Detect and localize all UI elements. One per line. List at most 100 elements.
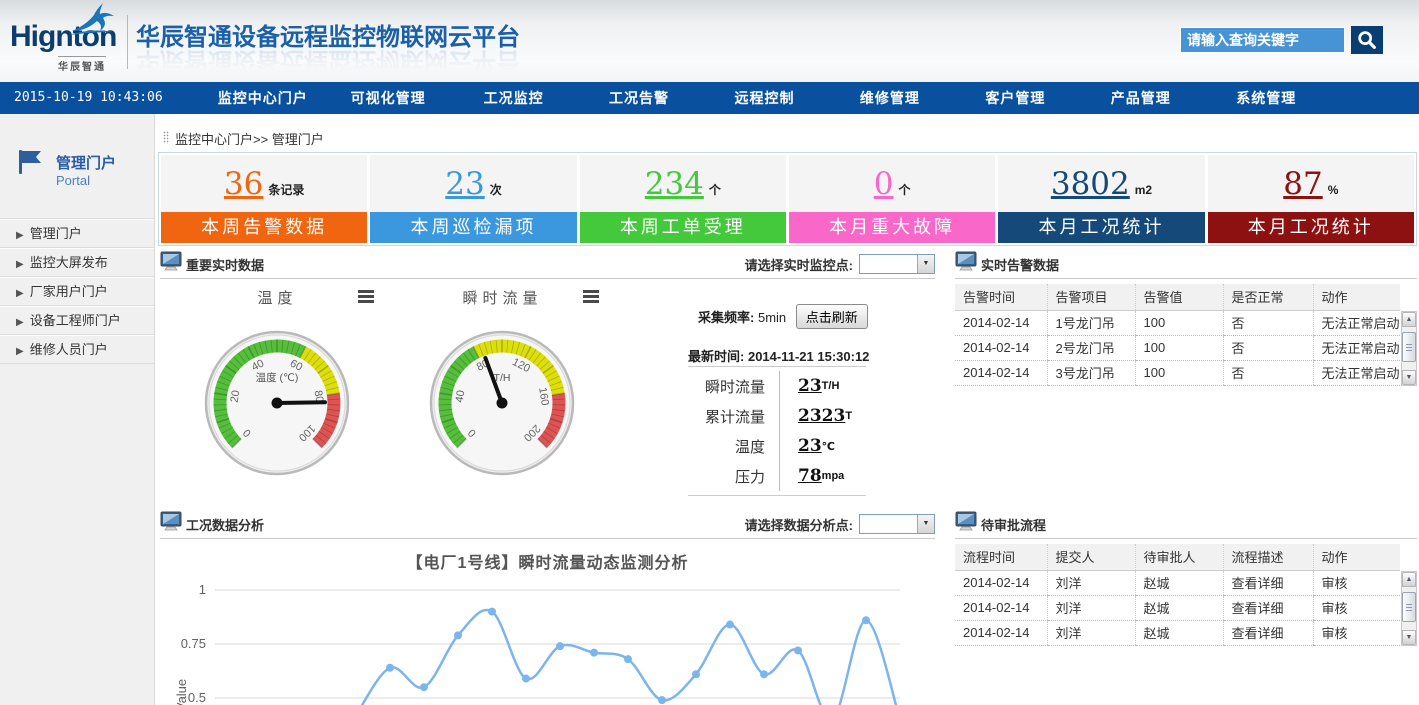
table-row: 2014-02-14刘洋赵城查看详细审核: [955, 620, 1400, 645]
monitor-icon: [955, 511, 977, 531]
temperature-gauge: 020406080100温度 (℃): [202, 328, 352, 478]
scrollbar-thumb[interactable]: [1402, 332, 1416, 362]
detail-cell[interactable]: 查看详细: [1223, 595, 1313, 620]
stat-card-weekly-inspection: 23次 本周巡检漏项: [370, 155, 576, 243]
metric-value: 23: [780, 376, 822, 396]
nav-items: 监控中心门户 可视化管理 工况监控 工况告警 远程控制 维修管理 客户管理 产品…: [200, 82, 1329, 114]
metrics-list: 瞬时流量23T/H 累计流量2323T 温度23℃ 压力78mpa: [688, 366, 866, 496]
stat-card-weekly-alarms: 36 条记录 本周告警数据: [161, 155, 367, 243]
approval-table: 流程时间 提交人 待审批人 流程描述 动作 2014-02-14刘洋赵城查看详细…: [955, 544, 1400, 646]
stat-unit: 条记录: [268, 181, 304, 198]
refresh-button[interactable]: 点击刷新: [796, 304, 868, 329]
scroll-up-icon[interactable]: ▲: [1402, 572, 1416, 587]
section-title: 实时告警数据: [981, 255, 1059, 274]
temperature-gauge-block: 温度 020406080100温度 (℃): [165, 288, 390, 316]
stat-card-monthly-condition-1: 3802m2 本月工况统计: [998, 155, 1204, 243]
action-cell[interactable]: 审核: [1313, 570, 1400, 595]
svg-text:20: 20: [229, 389, 243, 403]
analysis-point-select[interactable]: ▼: [859, 514, 935, 534]
metric-unit: mpa: [822, 470, 845, 482]
chart-title: 【电厂1号线】瞬时流量动态监测分析: [160, 549, 935, 573]
chevron-down-icon[interactable]: ▼: [917, 255, 934, 273]
table-row: 2014-02-141号龙门吊100否无法正常启动: [955, 310, 1400, 335]
table-row: 2014-02-142号龙门吊100否无法正常启动: [955, 335, 1400, 360]
main-nav: 2015-10-19 10:43:06 监控中心门户 可视化管理 工况监控 工况…: [0, 82, 1419, 114]
stat-label-bar[interactable]: 本月工况统计: [998, 212, 1204, 243]
svg-text:温度 (℃): 温度 (℃): [256, 371, 299, 384]
stat-value: 36: [224, 166, 263, 202]
sidebar-item-repair-portal[interactable]: ▶维修人员门户: [0, 335, 154, 364]
action-cell[interactable]: 审核: [1313, 595, 1400, 620]
svg-text:0.75: 0.75: [181, 636, 206, 651]
nav-item-product-mgmt[interactable]: 产品管理: [1078, 82, 1203, 114]
action-cell[interactable]: 审核: [1313, 620, 1400, 645]
arrow-right-icon: ▶: [16, 288, 24, 299]
sidebar-item-big-screen[interactable]: ▶监控大屏发布: [0, 248, 154, 277]
nav-item-repair-mgmt[interactable]: 维修管理: [827, 82, 952, 114]
sidebar-item-admin-portal[interactable]: ▶管理门户: [0, 219, 154, 248]
stat-label-bar[interactable]: 本月工况统计: [1208, 212, 1414, 243]
logo-deer-icon: [66, 1, 118, 37]
scroll-down-icon[interactable]: ▼: [1402, 630, 1416, 645]
header: Hignton 华辰智通 华辰智通设备远程监控物联网云平台 华辰智通设备远程监控…: [0, 0, 1419, 82]
gauge-title: 温度: [165, 288, 390, 316]
nav-item-customer-mgmt[interactable]: 客户管理: [953, 82, 1078, 114]
action-cell[interactable]: 无法正常启动: [1313, 360, 1400, 385]
stats-panel: 36条记录 本周告警数据 23次 本周巡检漏项 234个 本周工单受理 0个 本…: [158, 152, 1417, 246]
scrollbar-thumb[interactable]: [1402, 592, 1416, 622]
arrow-right-icon: ▶: [16, 346, 24, 357]
table-header-row: 告警时间 告警项目 告警值 是否正常 动作: [955, 284, 1400, 310]
search-input[interactable]: [1181, 28, 1344, 52]
stat-card-monthly-failures: 0个 本月重大故障: [789, 155, 995, 243]
flow-trend-chart: 10.750.5Value: [160, 573, 938, 705]
realtime-section-header: 重要实时数据 请选择实时监控点: ▼: [160, 251, 935, 279]
metric-value: 23: [780, 436, 822, 456]
table-row: 2014-02-14刘洋赵城查看详细审核: [955, 595, 1400, 620]
stat-label-bar[interactable]: 本周巡检漏项: [370, 212, 576, 243]
chart-menu-icon[interactable]: [358, 290, 374, 304]
action-cell[interactable]: 无法正常启动: [1313, 310, 1400, 335]
stat-value: 234: [645, 166, 704, 202]
metric-row: 压力78mpa: [688, 461, 866, 491]
table-scrollbar[interactable]: ▲ ▼: [1401, 571, 1417, 646]
sidebar-item-factory-portal[interactable]: ▶厂家用户门户: [0, 277, 154, 306]
chevron-down-icon[interactable]: ▼: [917, 515, 934, 533]
nav-item-system-mgmt[interactable]: 系统管理: [1204, 82, 1329, 114]
detail-cell[interactable]: 查看详细: [1223, 620, 1313, 645]
metric-value: 78: [780, 466, 822, 486]
nav-item-visual-mgmt[interactable]: 可视化管理: [325, 82, 450, 114]
detail-cell[interactable]: 查看详细: [1223, 570, 1313, 595]
breadcrumb-grip-icon: [163, 131, 169, 144]
nav-item-remote-control[interactable]: 远程控制: [702, 82, 827, 114]
stat-unit: m2: [1135, 183, 1152, 197]
stat-label-bar[interactable]: 本周告警数据: [161, 212, 367, 243]
table-scrollbar[interactable]: ▲ ▼: [1401, 311, 1417, 386]
dashboard-screen: Hignton 华辰智通 华辰智通设备远程监控物联网云平台 华辰智通设备远程监控…: [0, 0, 1419, 705]
site-title-reflection: 华辰智通设备远程监控物联网云平台: [136, 46, 520, 81]
section-title: 重要实时数据: [186, 255, 264, 274]
monitor-icon: [160, 511, 182, 531]
stat-value: 87: [1283, 166, 1322, 202]
sidebar-subtitle: Portal: [56, 173, 90, 188]
nav-item-condition-monitor[interactable]: 工况监控: [451, 82, 576, 114]
scroll-up-icon[interactable]: ▲: [1402, 312, 1416, 327]
search-button[interactable]: [1351, 26, 1383, 54]
action-cell[interactable]: 无法正常启动: [1313, 335, 1400, 360]
freq-value: 5min: [758, 310, 786, 325]
chart-menu-icon[interactable]: [583, 290, 599, 304]
nav-item-monitor-center[interactable]: 监控中心门户: [200, 82, 325, 114]
freq-label: 采集频率:: [698, 310, 754, 325]
sidebar: 管理门户 Portal ▶管理门户 ▶监控大屏发布 ▶厂家用户门户 ▶设备工程师…: [0, 114, 155, 705]
stat-value: 0: [874, 166, 894, 202]
svg-text:Value: Value: [174, 679, 189, 705]
arrow-right-icon: ▶: [16, 230, 24, 241]
stat-label-bar[interactable]: 本周工单受理: [580, 212, 786, 243]
monitor-point-select[interactable]: ▼: [859, 254, 935, 274]
table-row: 2014-02-143号龙门吊100否无法正常启动: [955, 360, 1400, 385]
sidebar-item-engineer-portal[interactable]: ▶设备工程师门户: [0, 306, 154, 335]
scroll-down-icon[interactable]: ▼: [1402, 370, 1416, 385]
nav-item-condition-alarm[interactable]: 工况告警: [576, 82, 701, 114]
monitor-icon: [955, 251, 977, 271]
flow-gauge: 04080120160200T/H: [427, 328, 577, 478]
stat-label-bar[interactable]: 本月重大故障: [789, 212, 995, 243]
